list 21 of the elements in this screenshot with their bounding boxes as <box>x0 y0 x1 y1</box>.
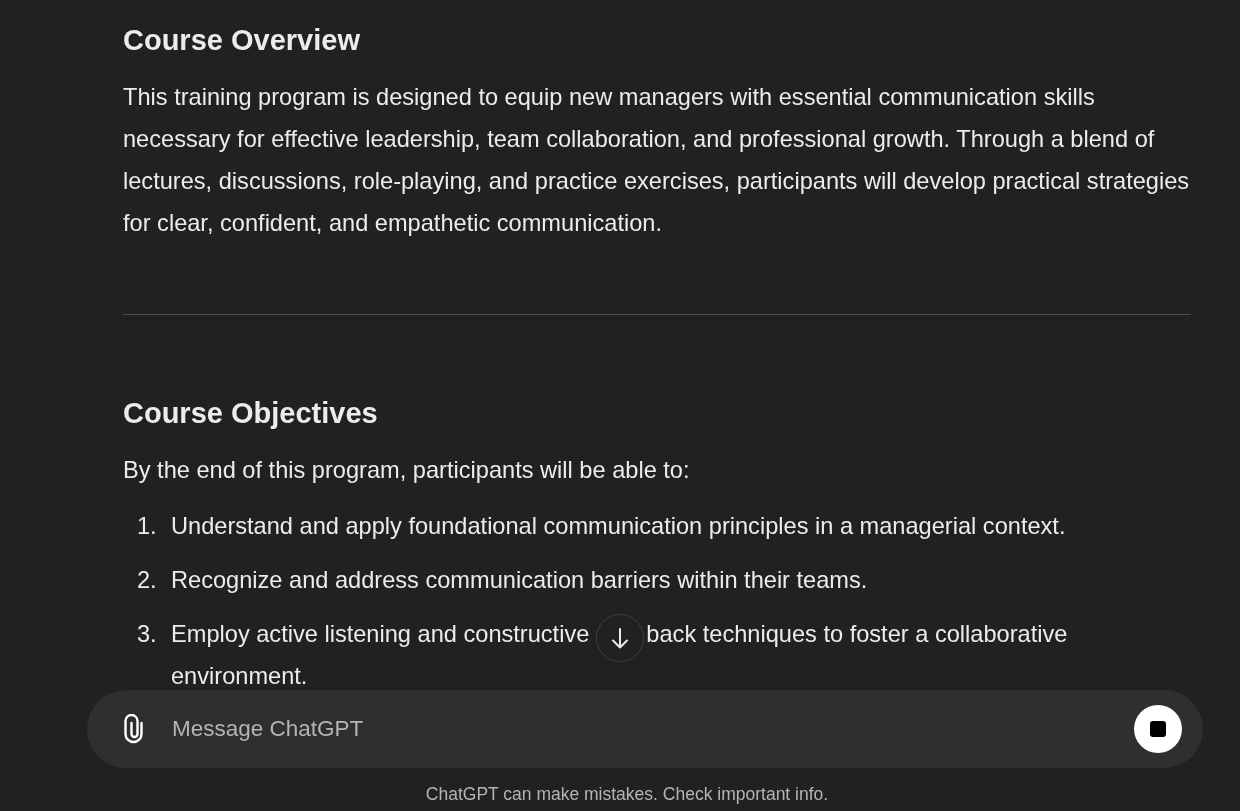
paperclip-icon <box>123 714 145 744</box>
section-heading: Course Overview <box>123 23 361 58</box>
list-number: 1. <box>137 513 157 539</box>
list-item-text: Employ active listening and constructive <box>171 620 590 649</box>
list-item-text: environment. <box>171 663 308 689</box>
paragraph: This training program is designed to equip new managers with essential communication skills necessary for effective leadership, team collaboration, and professional growth. Through a blend of lectures, discussions, role-playing, and practice exercises, participants will develop practical strategies for clear, confident, and empathetic communication. <box>123 83 1191 238</box>
list-number: 2. <box>137 567 157 593</box>
section-heading: Course Objectives <box>123 396 379 431</box>
list-item-text: Understand and apply foundational communication principles in a managerial context. <box>171 513 1066 539</box>
list-number: 3. <box>137 621 157 647</box>
list-item-text: back techniques to foster a collaborative <box>646 620 1068 649</box>
message-composer[interactable]: Message ChatGPT <box>87 690 1203 768</box>
paragraph: By the end of this program, participants will be able to: <box>123 456 691 485</box>
attach-button[interactable] <box>123 714 145 744</box>
arrow-down-icon <box>611 627 630 649</box>
scroll-down-button[interactable] <box>596 614 645 662</box>
stop-icon <box>1150 721 1166 737</box>
stop-button[interactable] <box>1134 705 1182 753</box>
list-item-text: Recognize and address communication barriers within their teams. <box>171 567 868 593</box>
disclaimer-text: ChatGPT can make mistakes. Check important info. <box>425 784 829 804</box>
message-input[interactable]: Message ChatGPT <box>172 709 1120 749</box>
